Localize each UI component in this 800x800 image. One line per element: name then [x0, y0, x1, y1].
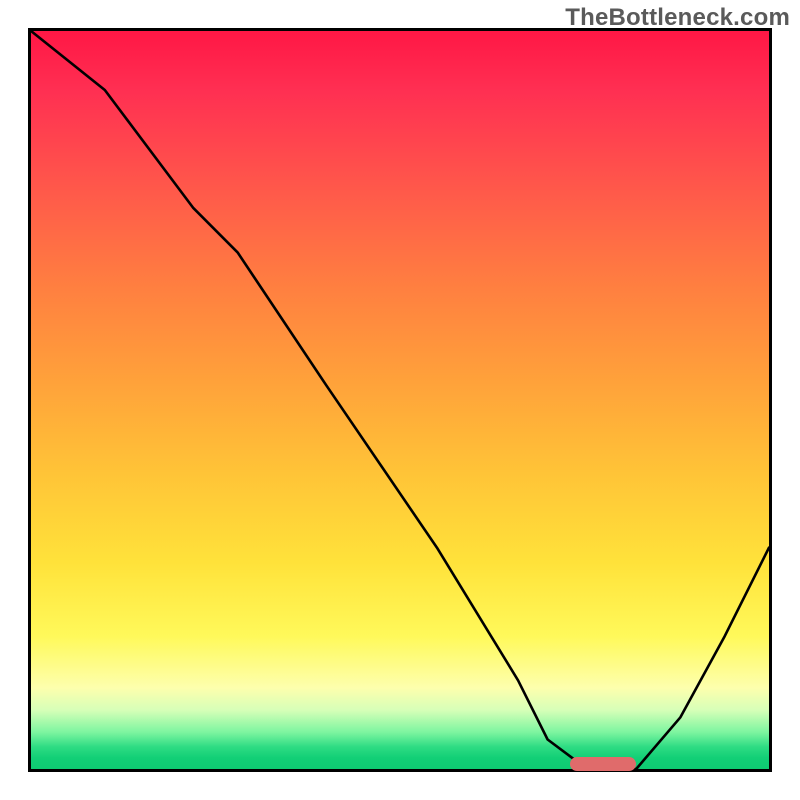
curve-path: [31, 31, 769, 769]
optimum-marker: [570, 757, 636, 771]
plot-area: [28, 28, 772, 772]
chart-container: TheBottleneck.com: [0, 0, 800, 800]
curve-svg: [31, 31, 769, 769]
